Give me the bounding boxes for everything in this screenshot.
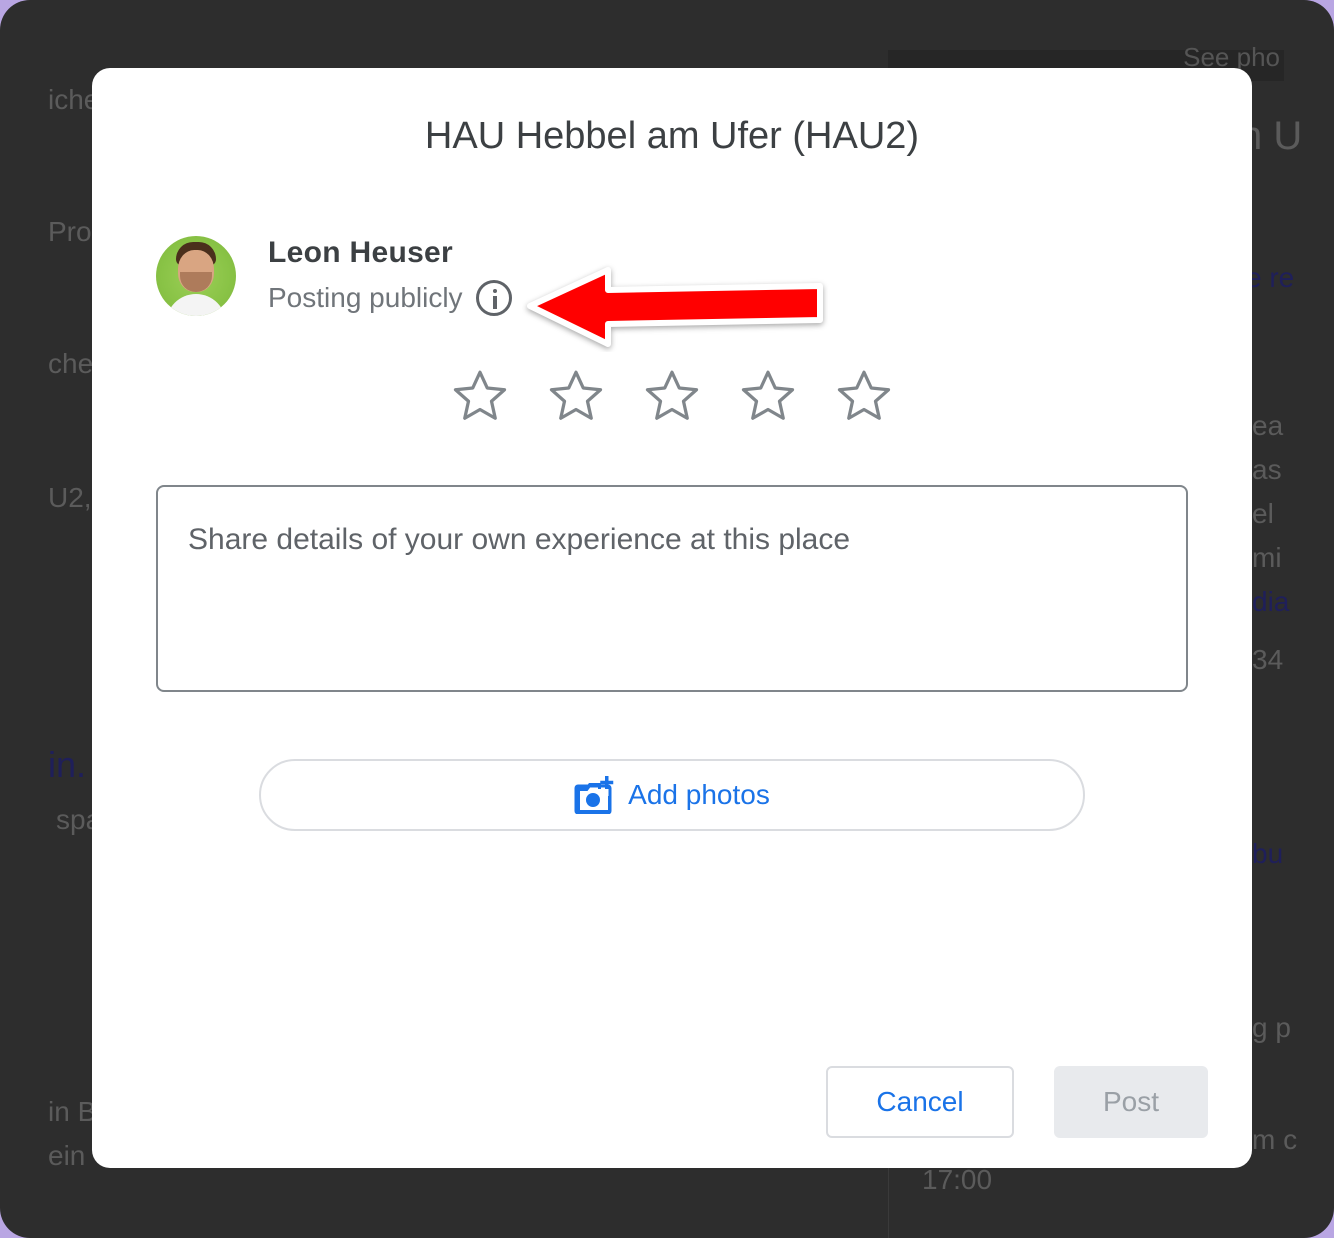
bg-fragment: 34: [1252, 644, 1284, 675]
star-outline-icon[interactable]: [450, 366, 510, 426]
avatar: [156, 236, 236, 316]
star-outline-icon[interactable]: [642, 366, 702, 426]
browser-window-backdrop: iche Pro che U2, in. spa in B ein See ph…: [0, 0, 1334, 1238]
bg-fragment: e re: [1246, 262, 1295, 293]
bg-fragment: as: [1252, 454, 1282, 485]
bg-fragment: Pro: [48, 216, 92, 247]
post-button[interactable]: Post: [1054, 1066, 1208, 1138]
add-photos-button[interactable]: Add photos: [259, 759, 1085, 831]
bg-fragment: dia: [1252, 586, 1290, 617]
write-review-dialog: HAU Hebbel am Ufer (HAU2) Leon Heuser Po…: [92, 68, 1252, 1168]
bg-fragment: el: [1252, 498, 1274, 529]
star-outline-icon[interactable]: [834, 366, 894, 426]
posting-status-text: Posting publicly: [268, 282, 463, 313]
add-photos-label: Add photos: [628, 779, 770, 810]
review-text-field[interactable]: [156, 485, 1188, 692]
red-arrow-annotation: [527, 267, 823, 347]
star-outline-icon[interactable]: [546, 366, 606, 426]
dialog-title: HAU Hebbel am Ufer (HAU2): [424, 115, 920, 157]
info-icon[interactable]: [476, 280, 512, 316]
bg-fragment: ea: [1252, 410, 1284, 441]
bg-fragment: m c: [1252, 1124, 1298, 1155]
bg-divider: [888, 1160, 889, 1238]
bg-fragment: U2,: [48, 482, 92, 513]
user-name: Leon Heuser: [268, 236, 454, 269]
bg-fragment: che: [48, 348, 94, 379]
bg-fragment: ein: [48, 1140, 86, 1171]
bg-fragment: bu: [1252, 838, 1284, 869]
bg-fragment: 17:00: [922, 1164, 993, 1195]
cancel-button[interactable]: Cancel: [826, 1066, 1014, 1138]
bg-fragment: mi: [1252, 542, 1282, 573]
bg-fragment: in.: [48, 744, 87, 785]
add-photo-camera-icon: [574, 776, 614, 814]
bg-fragment: in B: [48, 1096, 97, 1127]
bg-fragment: g p: [1252, 1012, 1291, 1043]
star-outline-icon[interactable]: [738, 366, 798, 426]
